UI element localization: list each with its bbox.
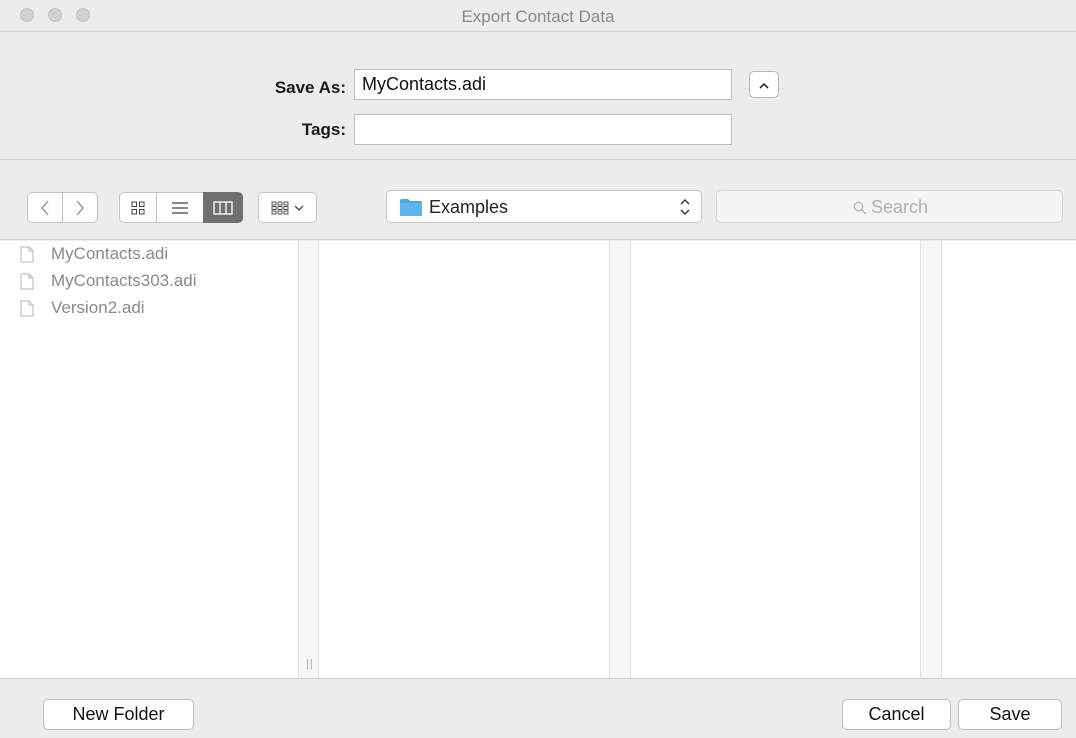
document-icon (20, 300, 34, 317)
collapse-button[interactable] (749, 71, 779, 98)
browser-column-3[interactable] (631, 241, 920, 678)
save-button[interactable]: Save (958, 699, 1062, 730)
arrange-icon (271, 201, 303, 214)
export-dialog: Export Contact Data Save As: MyContacts.… (0, 0, 1076, 738)
grid-icon (131, 201, 145, 214)
column-resize-handle[interactable]: || (306, 658, 314, 670)
tags-field[interactable] (354, 114, 732, 145)
file-name: Version2.adi (51, 298, 145, 317)
title-bar: Export Contact Data (0, 0, 1076, 32)
tags-label: Tags: (301, 120, 346, 139)
search-placeholder: Search (870, 197, 929, 217)
browser-toolbar: Examples Search (0, 161, 1076, 240)
file-browser: MyContacts.adi MyContacts303.adi Version… (0, 241, 1076, 678)
footer-bar: New Folder Cancel Save (0, 678, 1076, 738)
folder-icon (400, 199, 422, 216)
browser-column-2[interactable] (319, 241, 609, 678)
forward-button[interactable] (62, 192, 98, 223)
list-view-button[interactable] (156, 192, 204, 223)
column-view-button[interactable] (203, 192, 243, 223)
file-name: MyContacts303.adi (51, 271, 197, 290)
cancel-button[interactable]: Cancel (842, 699, 951, 730)
arrange-button[interactable] (258, 192, 317, 223)
column-divider[interactable] (609, 241, 631, 678)
chevron-up-icon (759, 83, 769, 89)
location-popup[interactable]: Examples (386, 190, 702, 223)
magnifier-icon (853, 201, 867, 215)
column-divider[interactable] (298, 241, 319, 678)
save-as-label: Save As: (274, 78, 346, 97)
save-as-field[interactable]: MyContacts.adi (354, 69, 732, 100)
file-name: MyContacts.adi (51, 244, 169, 263)
chevron-right-icon (76, 200, 84, 215)
search-field[interactable]: Search (716, 190, 1063, 223)
updown-chevron-icon (679, 197, 691, 218)
location-label: Examples (429, 197, 509, 217)
back-button[interactable] (27, 192, 63, 223)
new-folder-button[interactable]: New Folder (43, 699, 194, 730)
list-icon (172, 201, 188, 214)
browser-column-4[interactable] (942, 241, 1076, 678)
browser-column-1[interactable]: MyContacts.adi MyContacts303.adi Version… (0, 241, 298, 678)
save-header: Save As: MyContacts.adi Tags: (0, 33, 1076, 160)
column-divider[interactable] (920, 241, 942, 678)
document-icon (20, 273, 34, 290)
columns-icon (213, 200, 233, 215)
icon-view-button[interactable] (119, 192, 157, 223)
document-icon (20, 246, 34, 263)
chevron-left-icon (41, 200, 49, 215)
window-title: Export Contact Data (461, 7, 615, 26)
